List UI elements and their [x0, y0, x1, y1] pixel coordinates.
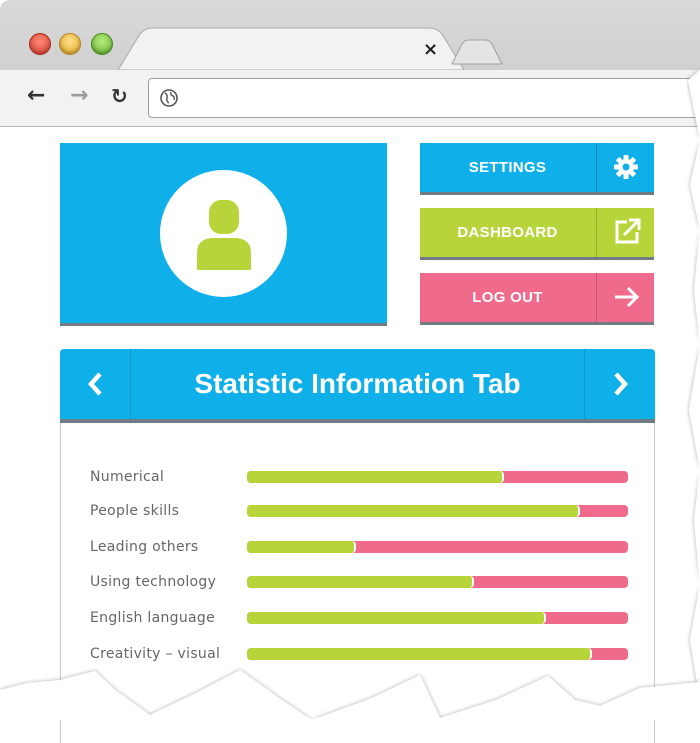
close-window-button[interactable]: [29, 33, 51, 55]
stat-bar: [247, 648, 628, 660]
stat-row: English language: [61, 608, 654, 628]
stat-bar-fill: [247, 576, 474, 588]
logout-label: LOG OUT: [472, 289, 543, 306]
arrow-left-icon: ←: [27, 83, 46, 108]
browser-chrome: × ← → ↻: [0, 0, 700, 127]
chevron-right-icon: [614, 372, 629, 396]
stat-label: English language: [90, 610, 215, 626]
stat-label: Numerical: [90, 469, 165, 485]
arrow-right-icon: →: [70, 83, 89, 108]
user-icon: [197, 200, 251, 270]
stat-row: People skills: [61, 501, 654, 521]
reload-icon: ↻: [111, 84, 128, 108]
stat-bar: [247, 576, 628, 588]
stats-header: Statistic Information Tab: [60, 349, 655, 419]
arrow-right-icon: [615, 286, 640, 308]
dashboard-button[interactable]: DASHBOARD: [420, 208, 654, 257]
stat-row: Leading others: [61, 537, 654, 557]
reload-button[interactable]: ↻: [111, 84, 128, 108]
active-tab[interactable]: [117, 27, 465, 70]
stat-label: People skills: [90, 503, 180, 519]
minimize-window-button[interactable]: [59, 33, 81, 55]
forward-button[interactable]: →: [70, 84, 88, 108]
maximize-window-button[interactable]: [91, 33, 113, 55]
address-bar[interactable]: [148, 78, 700, 118]
new-tab-button[interactable]: [451, 39, 503, 65]
globe-icon: [160, 89, 178, 107]
stat-bar: [247, 541, 628, 553]
previous-tab-button[interactable]: [60, 349, 131, 419]
chevron-left-icon: [87, 372, 102, 396]
tab-strip: ×: [0, 0, 700, 70]
stat-label: Creativity – visual: [90, 646, 221, 662]
stat-row: Using technology: [61, 572, 654, 592]
stat-row: Creativity – visual: [61, 644, 654, 664]
stat-label: Leading others: [90, 539, 199, 555]
back-button[interactable]: ←: [27, 84, 45, 108]
avatar[interactable]: [160, 170, 287, 297]
next-tab-button[interactable]: [584, 349, 655, 419]
external-link-icon: [615, 218, 641, 244]
stats-panel: Numerical People skills Leading others U…: [60, 423, 655, 743]
stat-bar-fill: [247, 648, 592, 660]
tab-close-button[interactable]: ×: [423, 41, 438, 59]
dashboard-label: DASHBOARD: [457, 224, 558, 241]
settings-label: SETTINGS: [468, 159, 547, 176]
stat-bar-fill: [247, 471, 505, 483]
settings-button[interactable]: SETTINGS: [420, 143, 654, 192]
profile-card: [60, 143, 387, 323]
stat-label: Using technology: [90, 574, 217, 590]
logout-button[interactable]: LOG OUT: [420, 273, 654, 322]
stats-title: Statistic Information Tab: [194, 368, 521, 399]
gear-icon: [614, 155, 638, 179]
stat-bar: [247, 612, 628, 624]
stat-bar: [247, 505, 628, 517]
stat-bar-fill: [247, 505, 581, 517]
stat-bar-fill: [247, 612, 547, 624]
stat-row: Numerical: [61, 467, 654, 487]
stat-bar-fill: [247, 541, 356, 553]
stat-bar: [247, 471, 628, 483]
browser-toolbar: ← → ↻: [0, 70, 700, 127]
